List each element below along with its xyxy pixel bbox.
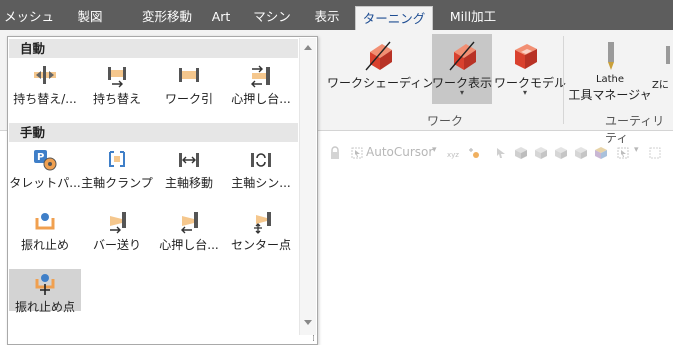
- spindle-sync-button[interactable]: 主軸シン...: [225, 145, 297, 190]
- group-label-work: ワーク: [427, 114, 464, 128]
- steady-rest-point-button[interactable]: 振れ止め点: [9, 269, 81, 314]
- spindle-clamp-button[interactable]: 主軸クランプ: [81, 145, 153, 190]
- spindle-move-button[interactable]: 主軸移動: [153, 145, 225, 190]
- auto-tailstock-button[interactable]: 心押し台...: [225, 61, 297, 106]
- auto-swap-stock-label: 持ち替え/...: [13, 92, 77, 106]
- lathe-tool-manager-button[interactable]: Lathe 工具マネージャ: [568, 34, 652, 104]
- section-header-auto: 自動: [9, 39, 298, 58]
- ribbon-separator: [563, 36, 564, 124]
- auto-stock-pull-label: ワーク引: [164, 92, 213, 106]
- shade-cube-icon[interactable]: [514, 146, 528, 160]
- auto-transfer-button[interactable]: 持ち替え: [81, 61, 153, 106]
- work-display-dropdown-icon: ▾: [459, 88, 464, 97]
- popup-vertical-scrollbar[interactable]: [299, 38, 316, 335]
- autocursor-label[interactable]: AutoCursor: [366, 145, 433, 159]
- tab-drafting[interactable]: 製図: [62, 0, 118, 30]
- turning-tools-popup: 自動 持ち替え/... 持ち替え ワーク引 心押し台... 手動 P タレットパ…: [7, 36, 318, 345]
- spindle-move-label: 主軸移動: [164, 176, 213, 190]
- tool-manager-label: 工具マネージャ: [568, 88, 652, 102]
- cube-top-icon[interactable]: [574, 146, 588, 160]
- work-shading-button[interactable]: ワークシェーディング: [327, 34, 447, 104]
- svg-text:P: P: [37, 152, 44, 163]
- autocursor-icon[interactable]: [350, 146, 364, 160]
- cube-front-icon[interactable]: [554, 146, 568, 160]
- work-display-button[interactable]: ワーク表示 ▾: [432, 34, 492, 104]
- auto-transfer-label: 持ち替え: [92, 92, 141, 106]
- spindle-sync-label: 主軸シン...: [231, 176, 291, 190]
- more-tools-icon[interactable]: [648, 146, 662, 160]
- spindle-move-icon: [179, 153, 199, 167]
- lathe-tool-icon: [608, 42, 614, 70]
- tab-mill[interactable]: Mill加工: [437, 0, 509, 30]
- color-cube-icon[interactable]: [594, 146, 608, 160]
- bar-feed-button[interactable]: バー送り: [81, 207, 153, 252]
- turret-icon: P: [34, 150, 57, 171]
- secondary-toolbar: AutoCursor ▾ xyz ▾: [318, 142, 673, 164]
- resize-grip-icon[interactable]: ⁞: [312, 335, 315, 344]
- tab-machine[interactable]: マシン: [243, 0, 301, 30]
- partial-label: Zに: [652, 80, 669, 91]
- svg-text:xyz: xyz: [447, 151, 459, 159]
- lock-icon[interactable]: [328, 146, 342, 160]
- center-point-label: センター点: [230, 238, 291, 252]
- stock-pull-icon: [179, 68, 199, 82]
- auto-swap-stock-button[interactable]: 持ち替え/...: [9, 61, 81, 106]
- tab-view[interactable]: 表示: [303, 0, 351, 30]
- tab-turning[interactable]: ターニング: [355, 6, 433, 31]
- wire-cube-icon[interactable]: [534, 146, 548, 160]
- turret-label: タレットパ...: [9, 176, 81, 190]
- lathe-label: Lathe: [595, 74, 625, 85]
- center-point-icon: [254, 212, 271, 234]
- partial-tool-icon: [666, 46, 670, 64]
- steady-rest-point-label: 振れ止め点: [14, 300, 75, 314]
- bar-feed-label: バー送り: [92, 238, 141, 252]
- tailstock-icon: [251, 65, 270, 88]
- auto-tailstock-label: 心押し台...: [231, 92, 291, 106]
- tailstock-manual-icon: [181, 212, 198, 234]
- swap-stock-icon: [34, 66, 56, 84]
- steady-rest-icon: [35, 213, 55, 230]
- work-display-icon: [449, 41, 476, 71]
- work-shading-label: ワークシェーディング: [327, 76, 447, 90]
- steady-rest-label: 振れ止め: [20, 238, 69, 252]
- xyz-axis-icon[interactable]: xyz: [446, 146, 460, 160]
- group-label-utility: ユーティリティ: [605, 114, 665, 145]
- add-point-icon[interactable]: [468, 146, 482, 160]
- select-arrow-icon[interactable]: [494, 146, 508, 160]
- tailstock-manual-label: 心押し台...: [159, 238, 219, 252]
- select-box-icon[interactable]: [616, 146, 630, 160]
- section-header-manual: 手動: [9, 123, 298, 142]
- autocursor-dropdown-icon[interactable]: ▾: [432, 145, 437, 155]
- scroll-up-icon[interactable]: [304, 45, 312, 50]
- scroll-down-icon[interactable]: [304, 320, 312, 325]
- tab-art[interactable]: Art: [204, 0, 238, 30]
- work-model-icon: [515, 44, 537, 69]
- spindle-clamp-icon: [109, 151, 125, 167]
- ribbon-tab-bar: メッシュ 製図 変形移動 Art マシン 表示 ターニング Mill加工: [0, 0, 673, 31]
- transfer-icon: [108, 67, 126, 88]
- select-dropdown-icon[interactable]: ▾: [634, 145, 639, 155]
- center-point-button[interactable]: センター点: [225, 207, 297, 252]
- work-shading-icon: [365, 41, 392, 71]
- tab-transform[interactable]: 変形移動: [122, 0, 212, 30]
- spindle-sync-icon: [251, 153, 271, 167]
- tab-mesh[interactable]: メッシュ: [0, 0, 58, 30]
- tailstock-manual-button[interactable]: 心押し台...: [153, 207, 225, 252]
- turret-button[interactable]: P タレットパ...: [9, 145, 81, 190]
- partial-ribbon-button[interactable]: Zに: [652, 34, 673, 104]
- auto-stock-pull-button[interactable]: ワーク引: [153, 61, 225, 106]
- spindle-clamp-label: 主軸クランプ: [81, 176, 153, 190]
- bar-feed-icon: [110, 212, 126, 234]
- steady-rest-point-icon: [35, 274, 55, 295]
- work-model-dropdown-icon: ▾: [522, 88, 527, 97]
- work-model-button[interactable]: ワークモデル ▾: [494, 34, 566, 104]
- steady-rest-button[interactable]: 振れ止め: [9, 207, 81, 252]
